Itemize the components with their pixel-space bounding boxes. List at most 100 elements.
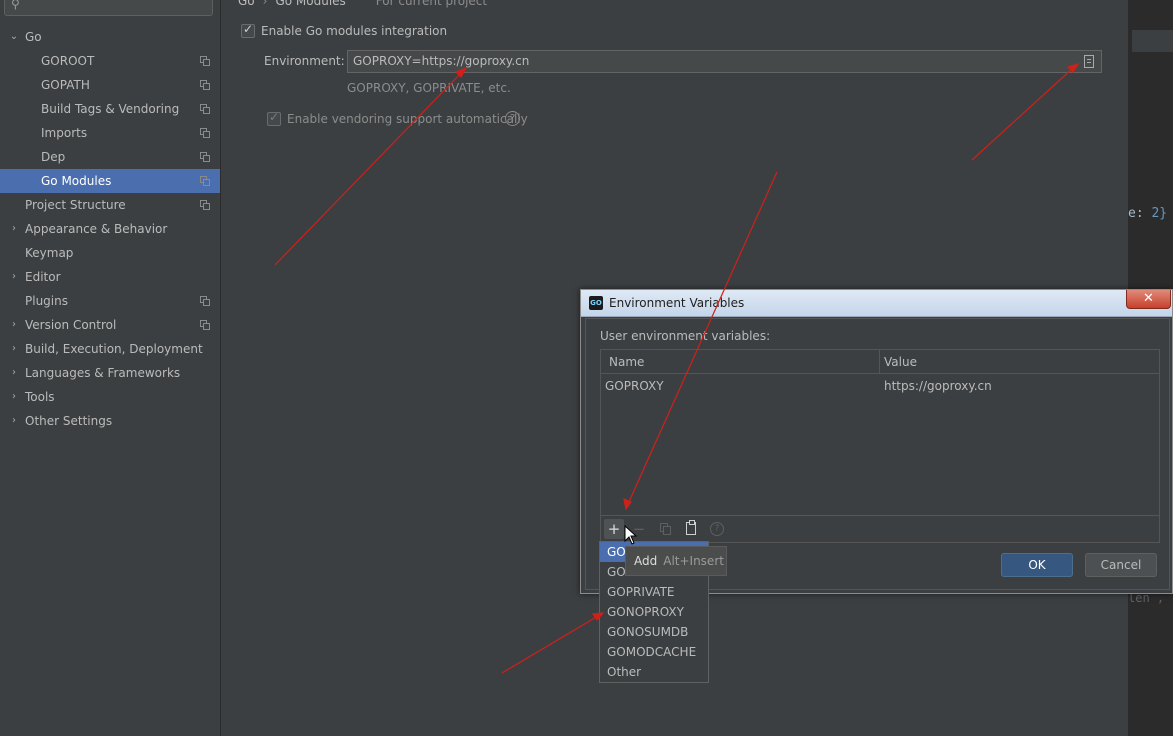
clipboard-icon: [686, 520, 696, 535]
goland-app-icon: GO: [589, 296, 603, 310]
enable-vendoring-label: Enable vendoring support automatically: [287, 112, 528, 126]
tooltip-shortcut: Alt+Insert: [663, 554, 724, 568]
environment-value: GOPROXY=https://goproxy.cn: [353, 54, 530, 68]
project-scope-icon: [200, 56, 210, 66]
sidebar-item-label: GOROOT: [41, 54, 95, 68]
popup-item-other[interactable]: Other: [600, 662, 708, 682]
settings-sidebar: ⚲ ⌄ Go GOROOT GOPATH Build Tags & Vendor…: [0, 0, 221, 736]
dialog-title: Environment Variables: [609, 296, 745, 310]
table-header: Name Value: [601, 350, 1159, 374]
sidebar-item-editor[interactable]: › Editor: [0, 265, 220, 289]
row-value-cell[interactable]: https://goproxy.cn: [884, 379, 992, 393]
browse-environment-icon[interactable]: [1084, 55, 1094, 68]
user-env-vars-label: User environment variables:: [600, 329, 771, 343]
code-text: e:: [1128, 206, 1152, 221]
sidebar-item-version-control[interactable]: › Version Control: [0, 313, 220, 337]
scope-note: For current project: [375, 0, 488, 8]
chevron-right-icon[interactable]: ›: [9, 217, 19, 241]
close-button[interactable]: ✕: [1126, 290, 1171, 309]
breadcrumb-part: Go Modules: [275, 0, 346, 8]
sidebar-item-other-settings[interactable]: › Other Settings: [0, 409, 220, 433]
code-line: e: 2}: [1128, 206, 1167, 221]
sidebar-item-plugins[interactable]: Plugins: [0, 289, 220, 313]
chevron-right-icon[interactable]: ›: [9, 337, 19, 361]
sidebar-item-keymap[interactable]: Keymap: [0, 241, 220, 265]
project-scope-icon: [200, 296, 210, 306]
tooltip-text: Add: [634, 554, 658, 568]
project-scope-icon: [200, 200, 210, 210]
chevron-right-icon[interactable]: ›: [9, 409, 19, 433]
chevron-right-icon[interactable]: ›: [9, 361, 19, 385]
popup-item-gomodcache[interactable]: GOMODCACHE: [600, 642, 708, 662]
project-scope-icon: [200, 152, 210, 162]
cancel-button[interactable]: Cancel: [1085, 553, 1157, 577]
sidebar-item-label: Go Modules: [41, 174, 112, 188]
table-toolbar: + − ?: [601, 515, 1159, 542]
settings-search-input[interactable]: ⚲: [4, 0, 213, 16]
sidebar-item-go-modules[interactable]: Go Modules: [0, 169, 220, 193]
chevron-right-icon[interactable]: ›: [9, 313, 19, 337]
sidebar-item-dep[interactable]: Dep: [0, 145, 220, 169]
sidebar-item-label: GOPATH: [41, 78, 90, 92]
sidebar-item-goroot[interactable]: GOROOT: [0, 49, 220, 73]
enable-go-modules-checkbox[interactable]: [241, 22, 255, 38]
copy-button[interactable]: [655, 519, 675, 539]
enable-vendoring-checkbox[interactable]: [267, 110, 281, 126]
sidebar-item-label: Plugins: [25, 294, 68, 308]
sidebar-item-build-tags[interactable]: Build Tags & Vendoring: [0, 97, 220, 121]
add-button[interactable]: +: [604, 519, 624, 539]
column-header-value[interactable]: Value: [884, 355, 917, 369]
editor-tab-bar: [1132, 30, 1173, 52]
chevron-right-icon[interactable]: ›: [9, 385, 19, 409]
chevron-down-icon[interactable]: ⌄: [9, 25, 19, 49]
project-scope-icon: [200, 128, 210, 138]
copy-icon: [660, 523, 671, 535]
breadcrumb: Go › Go Modules For current project: [238, 0, 487, 8]
env-vars-table: Name Value GOPROXY https://goproxy.cn + …: [600, 349, 1160, 543]
environment-input[interactable]: GOPROXY=https://goproxy.cn: [347, 50, 1102, 73]
enable-go-modules-label: Enable Go modules integration: [261, 24, 448, 38]
sidebar-item-label: Version Control: [25, 318, 117, 332]
sidebar-item-imports[interactable]: Imports: [0, 121, 220, 145]
sidebar-item-label: Project Structure: [25, 198, 126, 212]
project-scope-icon: [200, 80, 210, 90]
popup-item-gonosumdb[interactable]: GONOSUMDB: [600, 622, 708, 642]
environment-label: Environment:: [264, 54, 345, 68]
sidebar-item-label: Editor: [25, 270, 61, 284]
column-divider[interactable]: [879, 350, 880, 374]
search-icon: ⚲: [11, 0, 20, 11]
sidebar-item-label: Appearance & Behavior: [25, 222, 168, 236]
sidebar-item-appearance[interactable]: › Appearance & Behavior: [0, 217, 220, 241]
sidebar-item-build-execution[interactable]: › Build, Execution, Deployment: [0, 337, 220, 361]
project-scope-icon: [200, 176, 210, 186]
sidebar-item-label: Go: [25, 30, 42, 44]
sidebar-item-label: Dep: [41, 150, 66, 164]
project-scope-icon: [200, 320, 210, 330]
paste-button[interactable]: [681, 519, 701, 539]
code-number: 2}: [1151, 206, 1168, 221]
popup-item-goprivate[interactable]: GOPRIVATE: [600, 582, 708, 602]
sidebar-item-go[interactable]: ⌄ Go: [0, 25, 220, 49]
add-tooltip: Add Alt+Insert: [625, 546, 727, 576]
sidebar-item-project-structure[interactable]: Project Structure: [0, 193, 220, 217]
breadcrumb-part: Go: [238, 0, 255, 8]
column-header-name[interactable]: Name: [609, 355, 644, 369]
popup-item-gonoproxy[interactable]: GONOPROXY: [600, 602, 708, 622]
mouse-cursor-icon: [624, 525, 638, 545]
dialog-titlebar[interactable]: GO Environment Variables ✕: [581, 290, 1172, 317]
row-name-cell[interactable]: GOPROXY: [605, 379, 664, 393]
ok-button[interactable]: OK: [1001, 553, 1073, 577]
sidebar-item-tools[interactable]: › Tools: [0, 385, 220, 409]
sidebar-item-label: Tools: [25, 390, 55, 404]
sidebar-item-label: Other Settings: [25, 414, 113, 428]
sidebar-item-languages[interactable]: › Languages & Frameworks: [0, 361, 220, 385]
help-icon: ?: [710, 522, 724, 536]
sidebar-item-label: Imports: [41, 126, 88, 140]
table-help-button[interactable]: ?: [707, 519, 727, 539]
sidebar-item-gopath[interactable]: GOPATH: [0, 73, 220, 97]
sidebar-item-label: Languages & Frameworks: [25, 366, 181, 380]
sidebar-item-label: Build Tags & Vendoring: [41, 102, 180, 116]
sidebar-item-label: Keymap: [25, 246, 74, 260]
help-icon[interactable]: ?: [505, 111, 520, 126]
chevron-right-icon[interactable]: ›: [9, 265, 19, 289]
